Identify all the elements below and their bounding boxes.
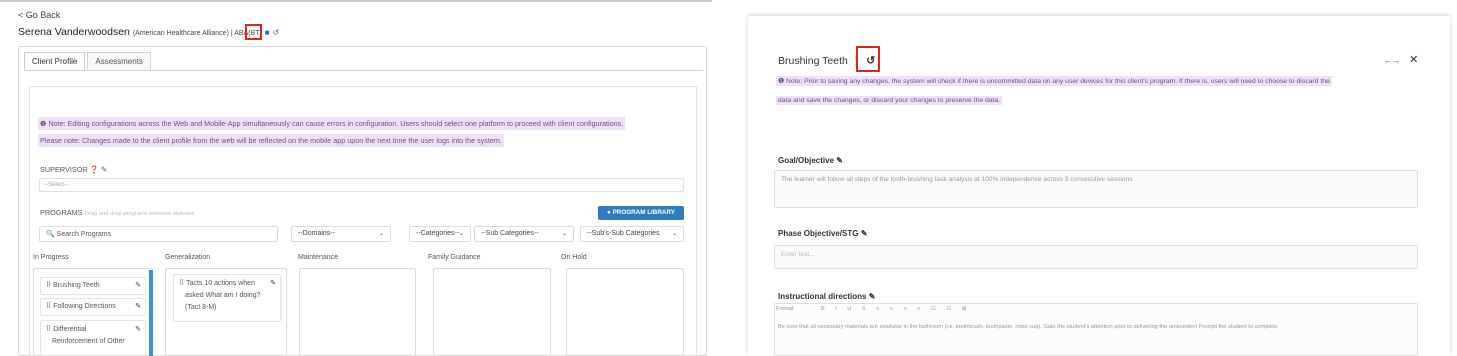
search-icon: 🔍 bbox=[46, 231, 55, 238]
program-card[interactable]: ⠿ Following Directions ✎ bbox=[40, 298, 146, 316]
program-card[interactable]: ⠿ Differential Reinforcement of Other ✎ bbox=[40, 320, 146, 356]
supervisor-label: SUPERVISOR ❓ ✎ bbox=[40, 165, 107, 174]
bullet-list-button[interactable]: ☷ bbox=[931, 306, 936, 312]
phase-objective-input[interactable]: Enter text... bbox=[774, 245, 1418, 269]
uncommitted-data-note-cont: data and save the changes, or discard yo… bbox=[776, 96, 1003, 105]
domains-select[interactable]: --Domains-- ⌄ bbox=[291, 226, 391, 242]
tab-divider bbox=[24, 70, 703, 71]
pencil-icon[interactable]: ✎ bbox=[135, 302, 141, 310]
column-family-guidance: Family Guidance bbox=[428, 254, 481, 261]
client-profile-pane: < Go Back Serena Vanderwoodsen (American… bbox=[0, 0, 712, 356]
close-icon[interactable]: ✕ bbox=[1409, 54, 1418, 66]
pencil-icon[interactable]: ✎ bbox=[135, 324, 141, 336]
phase-objective-label: Phase Objective/STG ✎ bbox=[778, 229, 868, 238]
drag-handle-icon[interactable]: ⠿ bbox=[179, 280, 184, 287]
history-icon[interactable]: ↺ bbox=[273, 28, 280, 37]
program-library-button[interactable]: ● PROGRAM LIBRARY bbox=[598, 206, 684, 220]
highlight-box bbox=[856, 46, 880, 72]
underline-button[interactable]: U bbox=[847, 306, 851, 312]
column-maintenance: Maintenance bbox=[298, 254, 339, 261]
align-center-button[interactable]: ≡ bbox=[890, 306, 893, 312]
client-header: Serena Vanderwoodsen (American Healthcar… bbox=[18, 26, 279, 38]
move-arrows-icon[interactable]: ←→ bbox=[1384, 56, 1400, 65]
pencil-icon[interactable]: ✎ bbox=[101, 165, 107, 174]
chevron-down-icon: ⌄ bbox=[458, 231, 464, 237]
column-on-hold: On Hold bbox=[561, 254, 587, 261]
instructional-directions-text: Be sure that all necessary materials are… bbox=[778, 324, 1278, 330]
justify-button[interactable]: ≡ bbox=[917, 306, 920, 312]
drag-handle-icon[interactable]: ⠿ bbox=[46, 303, 51, 310]
goal-objective-textarea[interactable]: The learner will follow all steps of the… bbox=[774, 170, 1418, 208]
supervisor-select[interactable]: --Select-- bbox=[39, 178, 684, 192]
pencil-icon[interactable]: ✎ bbox=[270, 278, 276, 290]
subs-sub-categories-select[interactable]: --Sub's-Sub Categories ⌄ bbox=[580, 226, 684, 242]
instructional-directions-label: Instructional directions ✎ bbox=[778, 292, 876, 301]
program-card[interactable]: ⠿ Tacts 10 actions when asked What am I … bbox=[173, 274, 281, 322]
pencil-icon[interactable]: ✎ bbox=[869, 292, 876, 301]
client-meta: (American Healthcare Alliance) | ABA(BT) bbox=[132, 30, 262, 37]
highlight-box bbox=[245, 24, 262, 40]
column-generalization: Generalization bbox=[165, 254, 211, 261]
plus-circle-icon: ● bbox=[607, 209, 611, 216]
drag-handle-icon[interactable]: ⠿ bbox=[46, 282, 51, 289]
chevron-down-icon: ⌄ bbox=[378, 231, 384, 237]
programs-hint: Drag and drop programs between statuses bbox=[84, 211, 195, 217]
tab-client-profile[interactable]: Client Profile bbox=[24, 52, 86, 70]
format-select[interactable]: Format bbox=[776, 306, 793, 312]
pencil-icon[interactable]: ✎ bbox=[836, 156, 843, 165]
pencil-icon[interactable]: ✎ bbox=[861, 229, 868, 238]
family-guidance-box bbox=[433, 268, 551, 356]
profile-tabs: Client Profile Assessments bbox=[24, 52, 153, 70]
column-scrollbar[interactable] bbox=[149, 270, 153, 356]
chevron-down-icon: ⌄ bbox=[561, 231, 567, 237]
client-name: Serena Vanderwoodsen bbox=[18, 26, 130, 38]
program-title: Brushing Teeth bbox=[778, 55, 848, 67]
goal-objective-label: Goal/Objective ✎ bbox=[778, 156, 843, 165]
top-divider bbox=[0, 0, 712, 2]
italic-button[interactable]: I bbox=[835, 306, 837, 312]
numbered-list-button[interactable]: ☷ bbox=[946, 306, 951, 312]
config-note: ❶ Note: Editing configurations across th… bbox=[38, 117, 626, 130]
help-icon[interactable]: ❓ bbox=[90, 165, 99, 174]
strike-button[interactable]: S bbox=[862, 306, 866, 312]
on-hold-box bbox=[566, 268, 684, 356]
rich-text-toolbar: Format B I U S ≡ ≡ ≡ ≡ ☷ ☷ ⊞ bbox=[776, 306, 1416, 320]
pencil-icon[interactable]: ✎ bbox=[135, 281, 141, 289]
programs-label: PROGRAMS Drag and drop programs between … bbox=[40, 208, 195, 217]
categories-select[interactable]: --Categories-- ⌄ bbox=[409, 226, 471, 242]
drag-handle-icon[interactable]: ⠿ bbox=[46, 326, 51, 333]
editor-actions: ←→ ✕ bbox=[1384, 53, 1418, 66]
program-card[interactable]: ⠿ Brushing Teeth ✎ bbox=[40, 277, 146, 295]
align-right-button[interactable]: ≡ bbox=[903, 306, 906, 312]
chevron-down-icon: ⌄ bbox=[671, 231, 677, 237]
tab-assessments[interactable]: Assessments bbox=[87, 52, 151, 70]
column-in-progress: In Progress bbox=[33, 254, 69, 261]
align-left-button[interactable]: ≡ bbox=[876, 306, 879, 312]
mobile-sync-note: Please note: Changes made to the client … bbox=[38, 134, 504, 147]
table-button[interactable]: ⊞ bbox=[962, 306, 967, 312]
go-back-link[interactable]: < Go Back bbox=[18, 10, 60, 20]
uncommitted-data-note: ❶ Note: Prior to saving any changes, the… bbox=[776, 76, 1332, 86]
maintenance-box bbox=[299, 268, 416, 356]
search-programs-input[interactable]: 🔍 Search Programs bbox=[39, 226, 278, 242]
bold-button[interactable]: B bbox=[821, 306, 825, 312]
users-icon[interactable]: ■ bbox=[265, 28, 270, 37]
sub-categories-select[interactable]: --Sub Categories-- ⌄ bbox=[474, 226, 574, 242]
